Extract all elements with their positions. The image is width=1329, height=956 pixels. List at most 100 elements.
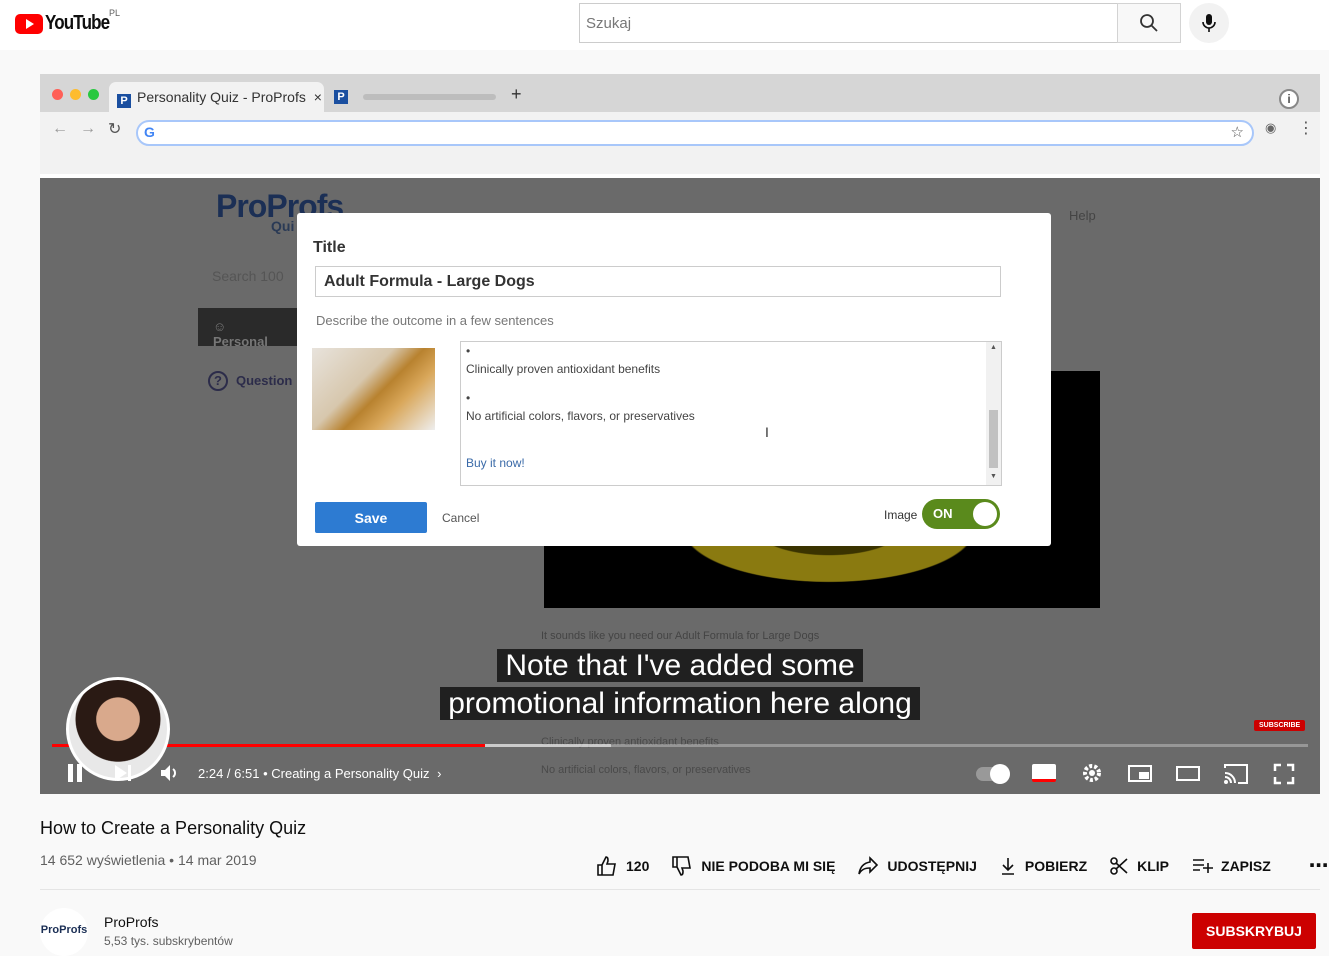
browser-tab-active: P Personality Quiz - ProProfs × [109, 82, 324, 112]
video-player[interactable]: P Personality Quiz - ProProfs × P + i ← →… [40, 74, 1320, 794]
voice-search-button[interactable] [1189, 3, 1229, 43]
scissors-icon [1110, 856, 1128, 875]
sidebar-item-personality: ☺Personal [198, 308, 298, 349]
sidebar-questions-label: Question [236, 373, 293, 388]
subscribe-watermark[interactable]: SUBSCRIBE [1254, 720, 1306, 731]
scrollbar-thumb[interactable] [989, 410, 998, 468]
channel-avatar[interactable]: ProProfs [40, 908, 88, 956]
cancel-button[interactable]: Cancel [442, 511, 479, 525]
channel-name[interactable]: ProProfs [104, 914, 158, 930]
youtube-wordmark: YouTube [45, 12, 110, 34]
search-input[interactable]: Szukaj [579, 3, 1118, 43]
more-actions-icon[interactable]: ⋯ [1309, 853, 1329, 878]
loading-tab-bar [363, 94, 496, 100]
thumbs-up-icon [597, 855, 616, 876]
share-label: UDOSTĘPNIJ [887, 857, 977, 874]
scroll-up-icon: ▲ [990, 344, 997, 351]
progress-buffered [485, 744, 611, 747]
clip-label: KLIP [1137, 857, 1170, 874]
meta-divider [40, 889, 1320, 890]
modal-title-label: Title [313, 239, 346, 256]
sidebar-personality-label: Personal [213, 334, 268, 349]
caption-text-1: Note that I've added some [497, 649, 863, 682]
question-circle-icon: ? [208, 371, 228, 391]
search-button[interactable] [1117, 3, 1181, 43]
volume-icon[interactable] [159, 762, 181, 784]
playlist-add-icon [1193, 858, 1214, 873]
description-label: Describe the outcome in a few sentences [316, 313, 554, 328]
toggle-state-label: ON [933, 506, 953, 521]
next-icon[interactable] [113, 763, 133, 783]
forward-arrow-icon: → [80, 120, 96, 137]
youtube-masthead: YouTube PL Szukaj [0, 0, 1329, 50]
image-toggle[interactable]: ON [922, 499, 1000, 529]
download-icon [1001, 857, 1014, 875]
bullet-2: • [466, 391, 471, 405]
video-views-date: 14 652 wyświetlenia • 14 mar 2019 [40, 852, 257, 868]
miniplayer-icon[interactable] [1128, 765, 1152, 782]
cast-icon[interactable] [1223, 763, 1249, 785]
info-icon: i [1279, 89, 1299, 109]
proprofs-favicon-2: P [334, 90, 348, 104]
editor-scrollbar[interactable]: ▲ ▼ [986, 342, 1001, 485]
incognito-icon: ◉ [1265, 120, 1277, 135]
editor-line-antioxidant: Clinically proven antioxidant benefits [466, 362, 661, 376]
subtitles-icon[interactable] [1032, 764, 1056, 782]
help-link: Help [1069, 208, 1096, 223]
address-bar: G ☆ [136, 120, 1254, 146]
edit-outcome-modal: Title Adult Formula - Large Dogs Describ… [297, 213, 1051, 546]
caption-line-1: Note that I've added some [40, 649, 1320, 683]
autoplay-toggle[interactable] [976, 764, 1010, 784]
description-editor[interactable]: • Clinically proven antioxidant benefits… [460, 341, 1002, 486]
time-text: 2:24 / 6:51 [198, 766, 260, 781]
theater-mode-icon[interactable] [1176, 766, 1200, 781]
close-window-dot [52, 89, 63, 100]
chapter-title[interactable]: Creating a Personality Quiz [271, 766, 429, 781]
back-arrow-icon: ← [52, 120, 68, 137]
new-tab-icon: + [511, 84, 522, 104]
masks-icon: ☺ [213, 319, 227, 334]
share-arrow-icon [858, 855, 879, 874]
save-to-playlist-button[interactable]: ZAPISZ [1191, 857, 1271, 875]
microphone-icon [1202, 14, 1216, 32]
dislike-button[interactable]: NIE PODOBA MI SIĘ [671, 855, 835, 877]
thumbs-down-icon [672, 855, 692, 876]
menu-dots-icon: ⋮ [1298, 120, 1314, 137]
dog-thumbnail-image[interactable] [312, 348, 435, 430]
fullscreen-icon[interactable] [1273, 763, 1295, 785]
toggle-knob [973, 502, 997, 526]
reload-icon: ↻ [108, 121, 122, 138]
google-g-icon: G [144, 124, 155, 140]
bullet-1: • [466, 344, 471, 358]
scroll-down-icon: ▼ [990, 473, 997, 480]
sidebar-item-questions: ? Question [208, 371, 292, 391]
proprofs-favicon: P [117, 94, 131, 108]
editor-line-buy-now: Buy it now! [466, 456, 525, 470]
browser-toolbar: ← → ↻ G ☆ ◉ ⋮ [40, 112, 1320, 174]
chevron-right-icon[interactable]: › [437, 766, 441, 781]
search-icon [1140, 14, 1158, 32]
image-toggle-label: Image [884, 508, 918, 522]
pause-icon[interactable] [66, 763, 84, 783]
download-button[interactable]: POBIERZ [999, 856, 1087, 876]
video-actions: 120 NIE PODOBA MI SIĘ UDOSTĘPNIJ POBIERZ… [596, 853, 1329, 878]
caption-text-2: promotional information here along [440, 687, 920, 720]
download-label: POBIERZ [1024, 857, 1088, 874]
settings-gear-icon[interactable] [1081, 762, 1103, 784]
country-code: PL [109, 8, 121, 18]
maximize-window-dot [88, 89, 99, 100]
youtube-logo[interactable]: YouTube [15, 12, 121, 35]
clip-button[interactable]: KLIP [1109, 856, 1169, 876]
outcome-title-input[interactable]: Adult Formula - Large Dogs [315, 266, 1001, 297]
progress-bar[interactable] [52, 744, 1308, 747]
share-button[interactable]: UDOSTĘPNIJ [857, 855, 977, 876]
subscribe-button[interactable]: SUBSKRYBUJ [1192, 913, 1316, 949]
channel-subscriber-count: 5,53 tys. subskrybentów [104, 934, 233, 948]
like-count: 120 [626, 857, 650, 874]
time-display: 2:24 / 6:51 • Creating a Personality Qui… [198, 766, 441, 781]
save-button[interactable]: Save [315, 502, 427, 533]
tab-title: Personality Quiz - ProProfs [137, 89, 306, 105]
like-button[interactable]: 120 [596, 855, 649, 877]
editor-line-no-artificial: No artificial colors, flavors, or preser… [466, 409, 695, 423]
autoplay-knob [990, 764, 1010, 784]
